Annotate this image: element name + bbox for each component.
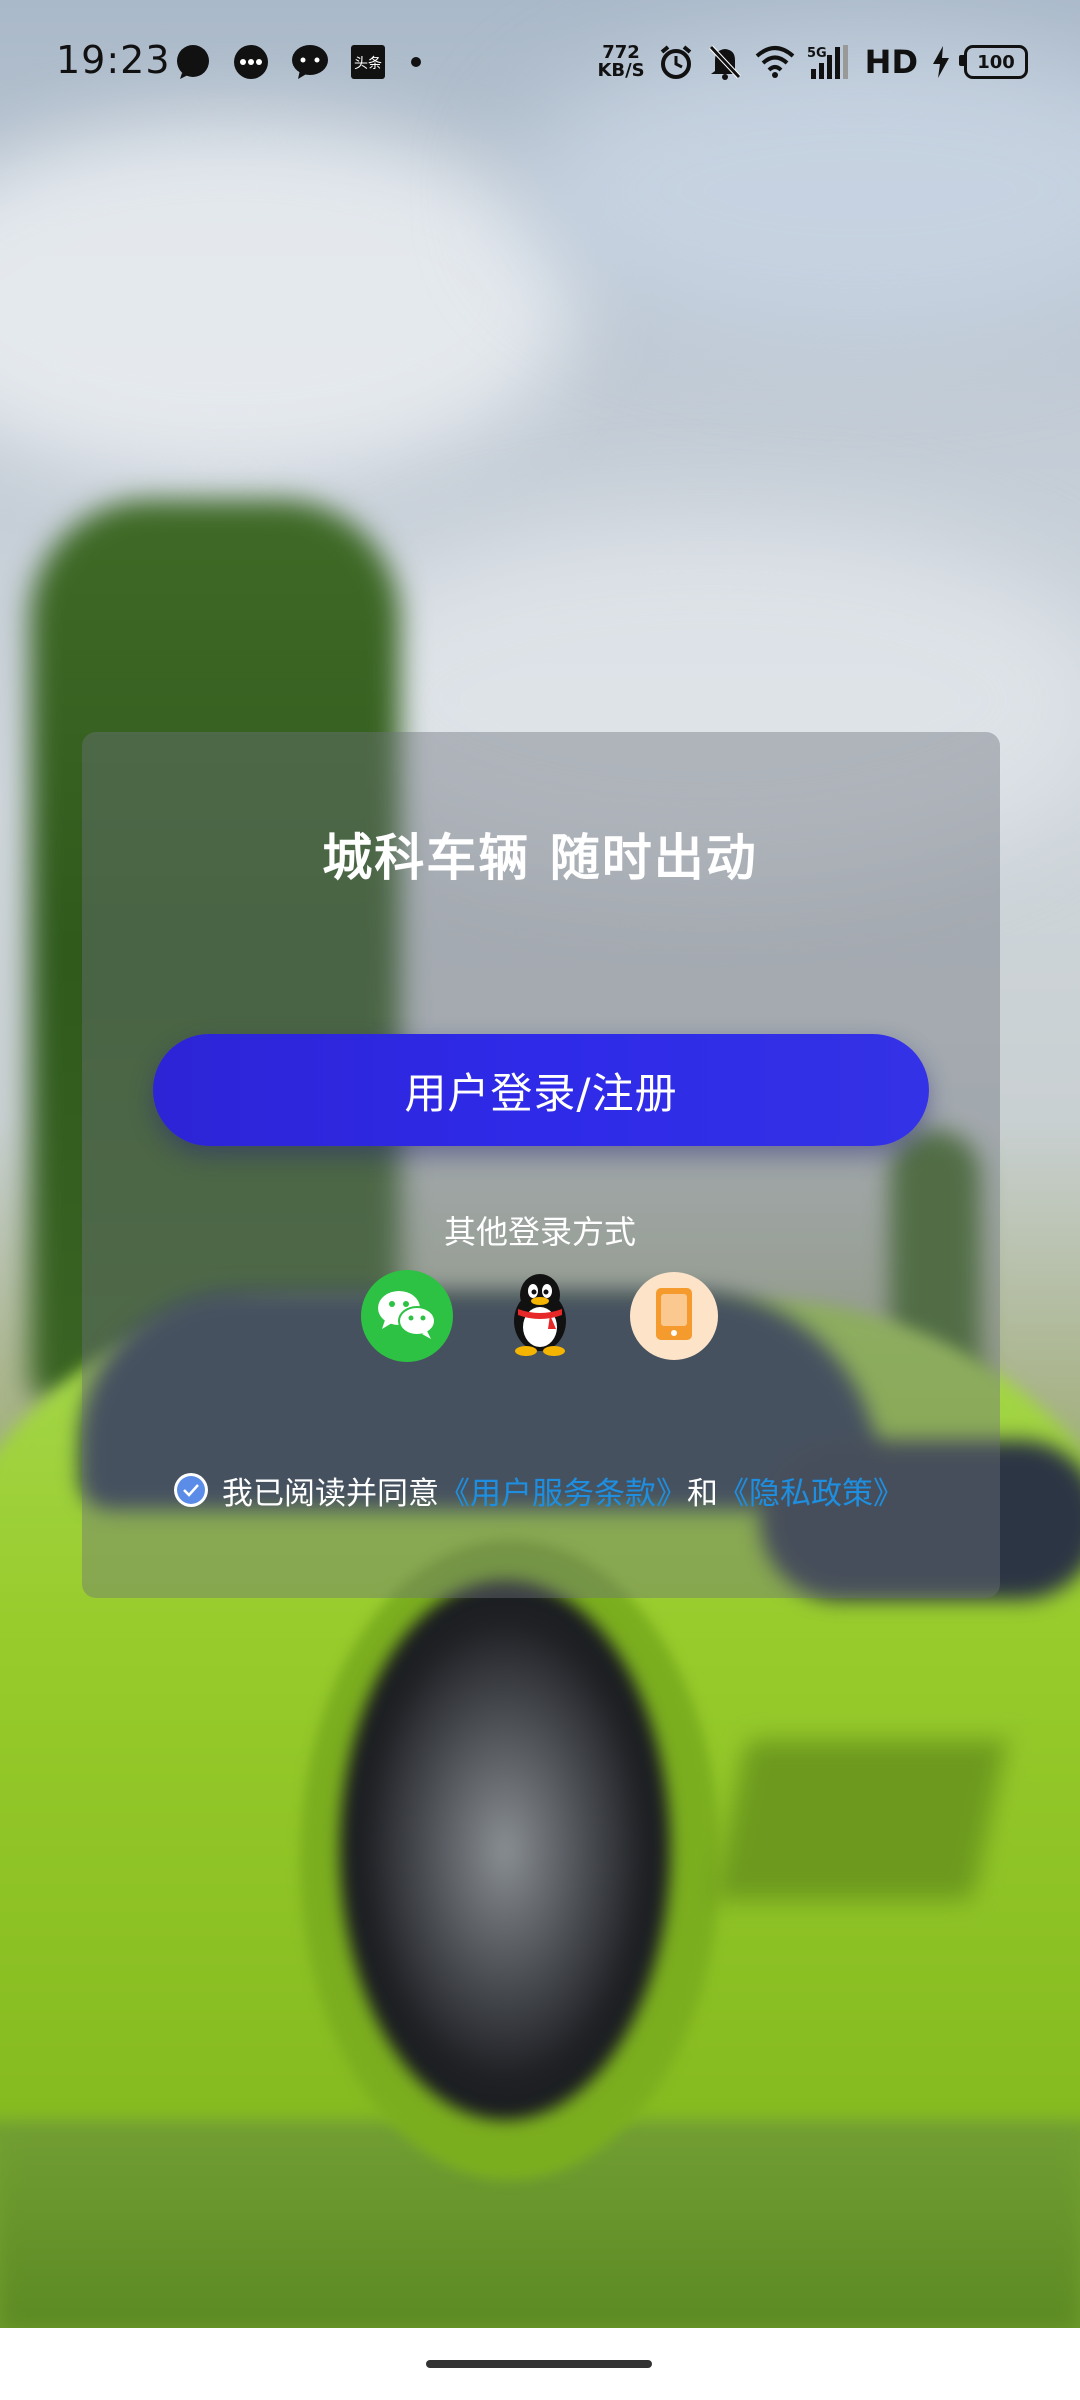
battery-icon: 100 — [959, 45, 1028, 79]
wifi-icon — [755, 44, 795, 80]
phone-icon — [654, 1286, 694, 1346]
check-icon — [177, 1476, 205, 1504]
net-speed: 772 KB/S — [597, 44, 644, 80]
agreement-checkbox[interactable] — [174, 1473, 208, 1507]
toutiao-icon: 头条 — [350, 44, 386, 80]
notification-icons: 头条 — [174, 40, 426, 84]
phone-login-button[interactable] — [630, 1272, 718, 1360]
mute-bell-icon — [707, 43, 743, 81]
login-screen: 19:23 头条 772 KB/S 5G HD 100 城科车辆 随时出动 用户… — [0, 0, 1080, 2400]
agreement-conjunction: 和 — [687, 1475, 718, 1512]
agreement-prefix: 我已阅读并同意 — [222, 1475, 439, 1512]
qq-penguin-icon — [504, 1271, 576, 1361]
wechat-icon — [375, 1286, 439, 1346]
other-login-label: 其他登录方式 — [443, 1213, 636, 1251]
chat-icon — [290, 43, 330, 81]
login-register-label: 用户登录/注册 — [404, 1068, 678, 1118]
terms-link[interactable]: 《用户服务条款》 — [439, 1468, 687, 1513]
chat-bubble-icon — [174, 43, 212, 81]
agreement-row: 我已阅读并同意 《用户服务条款》 和 《隐私政策》 — [174, 1466, 954, 1514]
wechat-login-button[interactable] — [361, 1270, 453, 1362]
charging-icon — [930, 45, 952, 79]
social-login-row — [0, 1270, 1080, 1370]
privacy-link[interactable]: 《隐私政策》 — [718, 1468, 904, 1513]
alarm-icon — [657, 43, 695, 81]
login-register-button[interactable]: 用户登录/注册 — [153, 1034, 929, 1146]
dot-icon — [406, 52, 426, 72]
svg-text:头条: 头条 — [354, 55, 382, 72]
qq-login-button[interactable] — [494, 1270, 586, 1362]
battery-level: 100 — [977, 51, 1015, 73]
net-speed-unit: KB/S — [597, 60, 645, 81]
message-dots-icon — [232, 43, 270, 81]
gesture-nav-bar — [0, 2328, 1080, 2400]
status-time: 19:23 — [56, 38, 171, 82]
svg-text:5G: 5G — [807, 46, 827, 61]
page-title: 城科车辆 随时出动 — [322, 829, 758, 887]
home-indicator[interactable] — [426, 2360, 652, 2368]
status-bar: 19:23 头条 772 KB/S 5G HD 100 — [0, 0, 1080, 130]
hd-indicator: HD — [864, 43, 918, 81]
system-icons: 772 KB/S 5G HD 100 — [597, 40, 1028, 84]
signal-icon: 5G — [807, 43, 853, 81]
